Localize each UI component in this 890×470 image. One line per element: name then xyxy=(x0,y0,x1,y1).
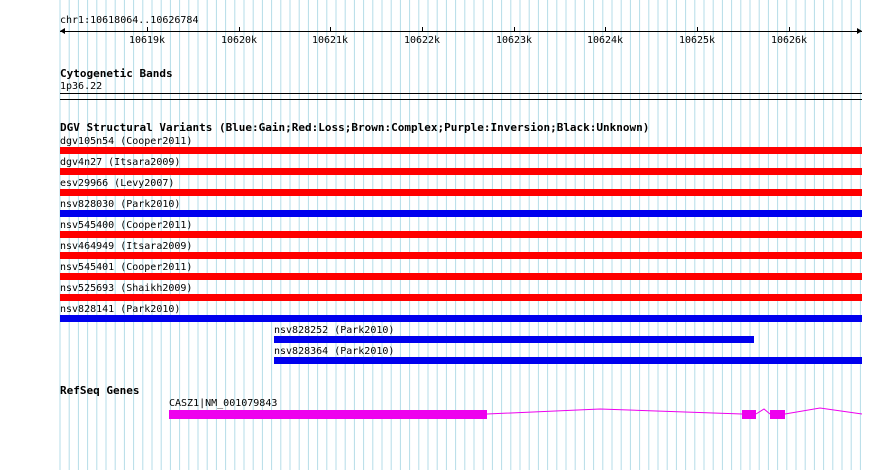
ruler-axis xyxy=(60,31,862,32)
gene-intron xyxy=(755,408,771,415)
ruler-arrow-left xyxy=(60,28,65,34)
variant-bar-loss[interactable] xyxy=(60,147,862,154)
ruler-tick-label: 10623k xyxy=(495,35,533,46)
ruler-tick-label: 10622k xyxy=(403,35,441,46)
ruler-tick xyxy=(789,27,790,32)
ruler-tick-label: 10621k xyxy=(311,35,349,46)
ruler-tick xyxy=(697,27,698,32)
ruler-tick xyxy=(422,27,423,32)
gene-model[interactable] xyxy=(0,400,890,430)
ruler-arrow-right xyxy=(857,28,862,34)
gene-exon-block[interactable] xyxy=(169,410,487,419)
variant-bar-loss[interactable] xyxy=(60,168,862,175)
cytoband-label: 1p36.22 xyxy=(60,81,103,92)
gene-exon[interactable] xyxy=(770,410,785,419)
variant-bar-loss[interactable] xyxy=(60,231,862,238)
ruler-tick-label: 10625k xyxy=(678,35,716,46)
ruler-tick xyxy=(605,27,606,32)
variant-bar-gain[interactable] xyxy=(60,210,862,217)
cytoband-line-top xyxy=(60,93,862,94)
ruler-tick-label: 10624k xyxy=(586,35,624,46)
cytoband-track-title[interactable]: Cytogenetic Bands xyxy=(60,68,173,80)
variant-bar-gain[interactable] xyxy=(274,357,862,364)
variant-bar-loss[interactable] xyxy=(60,189,862,196)
refseq-track-title[interactable]: RefSeq Genes xyxy=(60,385,139,397)
ruler-tick xyxy=(239,27,240,32)
variant-bar-gain[interactable] xyxy=(274,336,754,343)
ruler-tick xyxy=(514,27,515,32)
genome-browser: chr1:10618064..10626784 10619k 10620k 1062… xyxy=(0,0,890,470)
gene-intron xyxy=(784,407,863,415)
ruler-tick-label: 10619k xyxy=(128,35,166,46)
variant-bar-loss[interactable] xyxy=(60,273,862,280)
cytoband-line-bottom xyxy=(60,99,862,100)
gene-intron xyxy=(486,408,743,415)
dgv-track-title[interactable]: DGV Structural Variants (Blue:Gain;Red:L… xyxy=(60,122,649,134)
gene-exon[interactable] xyxy=(742,410,756,419)
ruler-tick-label: 10620k xyxy=(220,35,258,46)
variant-bar-loss[interactable] xyxy=(60,252,862,259)
ruler-tick xyxy=(330,27,331,32)
ruler-tick xyxy=(147,27,148,32)
variant-bar-loss[interactable] xyxy=(60,294,862,301)
variant-bar-gain[interactable] xyxy=(60,315,862,322)
ruler-coordinates: chr1:10618064..10626784 xyxy=(60,15,199,26)
ruler-tick-label: 10626k xyxy=(770,35,808,46)
